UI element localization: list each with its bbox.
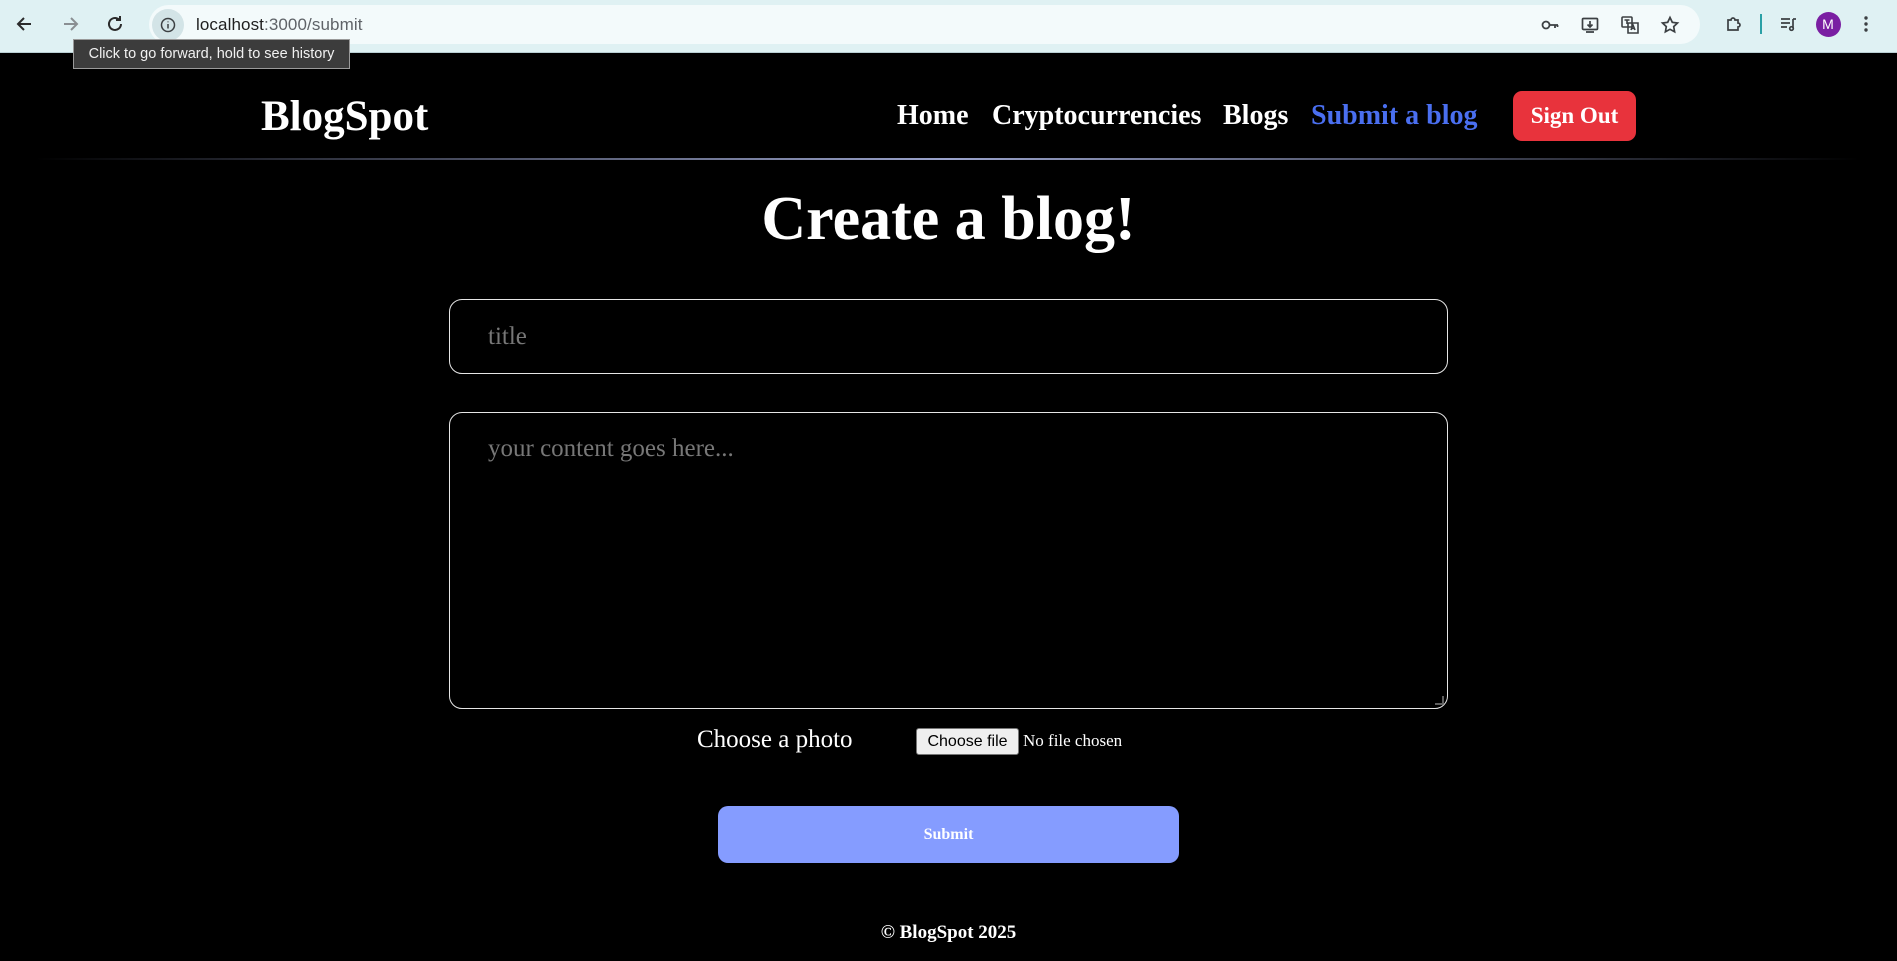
media-control-button[interactable] <box>1772 8 1804 40</box>
title-placeholder: title <box>488 322 527 350</box>
footer-copyright: © BlogSpot 2025 <box>880 922 1017 943</box>
site-header: BlogSpot Home Cryptocurrencies Blogs Sub… <box>0 54 1897 161</box>
playlist-icon <box>1781 18 1796 32</box>
avatar: M <box>1815 11 1841 37</box>
forward-tooltip: Click to go forward, hold to see history <box>73 39 350 69</box>
resize-handle[interactable] <box>1435 696 1444 705</box>
content-placeholder: your content goes here... <box>488 435 734 462</box>
toolbar-divider <box>1760 14 1762 34</box>
header-divider <box>35 158 1860 160</box>
extensions-button[interactable] <box>1718 8 1750 40</box>
install-icon <box>1581 17 1599 33</box>
nav-submit-a-blog[interactable]: Submit a blog <box>1311 100 1478 132</box>
password-key-button[interactable] <box>1534 9 1566 41</box>
reload-button[interactable] <box>99 8 131 40</box>
nav-blogs[interactable]: Blogs <box>1223 100 1288 132</box>
content-textarea[interactable]: your content goes here... <box>449 412 1448 709</box>
back-button[interactable] <box>9 8 41 40</box>
choose-file-button[interactable]: Choose file <box>916 728 1019 755</box>
url-host: localhost <box>196 14 264 34</box>
key-icon <box>1541 20 1559 30</box>
file-status: No file chosen <box>1023 731 1123 750</box>
site-info-button[interactable] <box>152 8 184 41</box>
title-input[interactable]: title <box>449 299 1448 374</box>
info-icon <box>160 17 176 32</box>
url-text: localhost:3000/submit <box>196 15 363 35</box>
bookmark-button[interactable] <box>1654 9 1686 41</box>
reload-icon <box>108 16 122 31</box>
install-app-button[interactable] <box>1574 9 1606 41</box>
kebab-menu-icon <box>1864 16 1868 32</box>
address-bar[interactable]: localhost:3000/submit <box>149 5 1700 44</box>
site-logo[interactable]: BlogSpot <box>261 92 428 141</box>
arrow-right-icon <box>64 17 79 31</box>
submit-button[interactable]: Submit <box>718 806 1179 863</box>
forward-button[interactable] <box>54 8 86 40</box>
browser-menu-button[interactable] <box>1850 8 1882 40</box>
puzzle-icon <box>1727 17 1741 31</box>
profile-button[interactable]: M <box>1812 8 1844 40</box>
page-title: Create a blog! <box>761 185 1136 253</box>
url-path: :3000/submit <box>264 14 363 34</box>
translate-icon <box>1621 16 1639 34</box>
star-icon <box>1660 15 1680 34</box>
nav-cryptocurrencies[interactable]: Cryptocurrencies <box>992 100 1201 132</box>
nav-home[interactable]: Home <box>897 100 969 132</box>
photo-label: Choose a photo <box>697 726 853 753</box>
sign-out-button[interactable]: Sign Out <box>1513 91 1636 141</box>
arrow-left-icon <box>16 17 31 31</box>
translate-button[interactable] <box>1614 9 1646 41</box>
